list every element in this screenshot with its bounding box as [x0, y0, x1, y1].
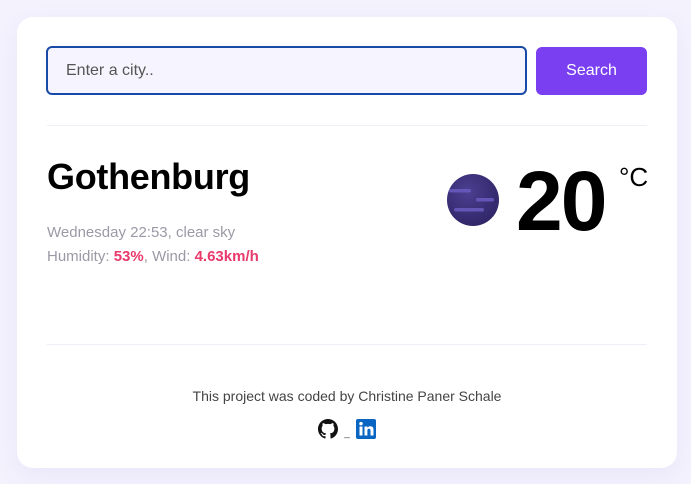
search-form: Search [46, 46, 647, 96]
github-link[interactable] [317, 419, 338, 439]
weather-card: Search Gothenburg Wednesday 22:53, clear… [17, 17, 677, 468]
github-icon [317, 419, 338, 439]
temperature-value: 20 [516, 154, 607, 248]
wind-value: 4.63km/h [194, 248, 259, 265]
footer-credit: This project was coded by Christine Pane… [192, 388, 502, 404]
city-search-input[interactable] [46, 46, 527, 95]
description-text: clear sky [176, 224, 236, 241]
link-separator: _ [344, 428, 350, 439]
top-divider [47, 125, 647, 126]
humidity-wind-line: Humidity: 53%, Wind: 4.63km/h [47, 248, 259, 265]
city-name: Gothenburg [47, 156, 250, 197]
linkedin-icon [356, 419, 377, 439]
social-links: _ [17, 419, 677, 441]
linkedin-link[interactable] [356, 419, 377, 439]
weather-details: Wednesday 22:53, clear sky Humidity: 53%… [47, 221, 259, 269]
humidity-label: Humidity: [47, 248, 110, 265]
search-button[interactable]: Search [536, 47, 647, 95]
temperature-unit: °C [619, 162, 649, 192]
moon-clear-night-icon [447, 174, 499, 226]
bottom-divider [47, 344, 647, 345]
datetime-text: Wednesday 22:53 [47, 224, 168, 241]
datetime-description-line: Wednesday 22:53, clear sky [47, 224, 236, 241]
wind-label: Wind: [152, 248, 191, 265]
humidity-value: 53% [113, 248, 144, 265]
